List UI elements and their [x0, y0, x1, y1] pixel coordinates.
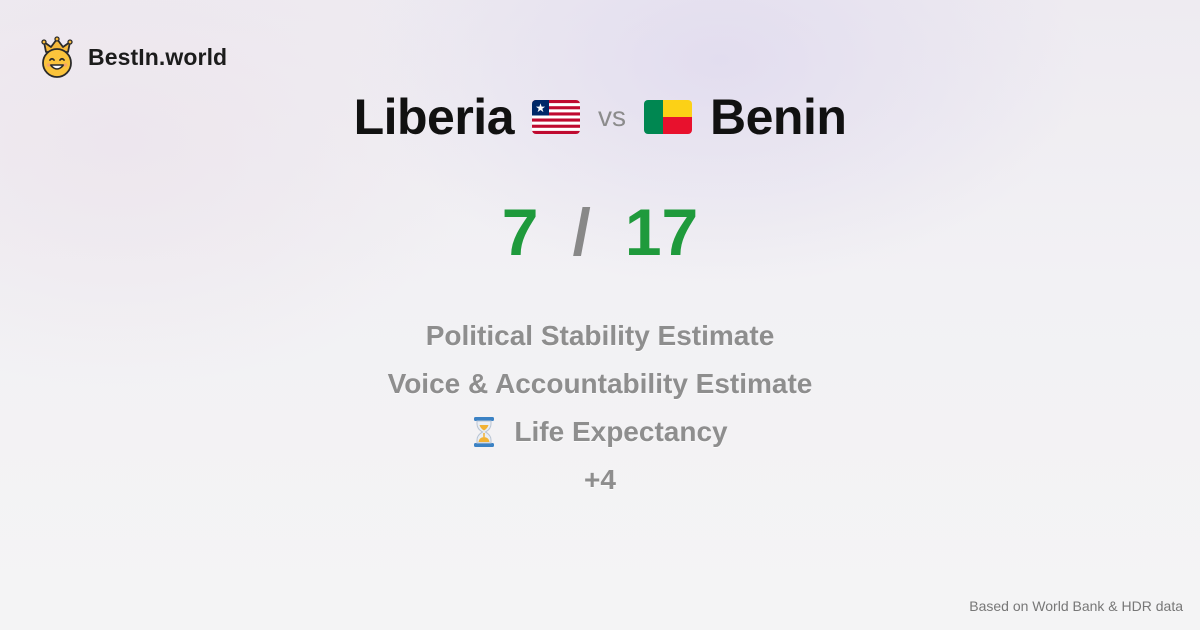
data-source-note: Based on World Bank & HDR data: [969, 598, 1183, 614]
brand-name: BestIn.world: [88, 43, 228, 70]
comparison-title: Liberia vs Benin: [0, 86, 1200, 148]
criterion-label: Political Stability Estimate: [425, 320, 775, 351]
brand[interactable]: BestIn.world: [38, 36, 227, 78]
hourglass-icon: [474, 417, 495, 447]
vs-separator: vs: [598, 101, 627, 132]
liberia-flag-icon: [532, 100, 581, 134]
crown-smiley-icon: [41, 36, 73, 78]
benin-flag-icon: [644, 100, 693, 134]
score-row: 7 / 17: [0, 192, 1200, 272]
criterion-label: Life Expectancy: [514, 416, 728, 447]
criterion-more-count: +4: [584, 456, 616, 504]
criterion-label: +4: [584, 464, 616, 495]
score-separator: /: [572, 195, 591, 269]
criterion-label: Voice & Accountability Estimate: [387, 368, 813, 399]
right-country-name: Benin: [710, 89, 847, 145]
left-country-name: Liberia: [353, 89, 515, 145]
left-score: 7: [501, 195, 539, 269]
criterion-life-expectancy: Life Expectancy: [472, 408, 728, 456]
right-score: 17: [624, 195, 699, 269]
criterion-voice-accountability: Voice & Accountability Estimate: [388, 360, 813, 408]
criteria-list: Political Stability Estimate Voice & Acc…: [0, 312, 1200, 504]
criterion-political-stability: Political Stability Estimate: [426, 312, 775, 360]
